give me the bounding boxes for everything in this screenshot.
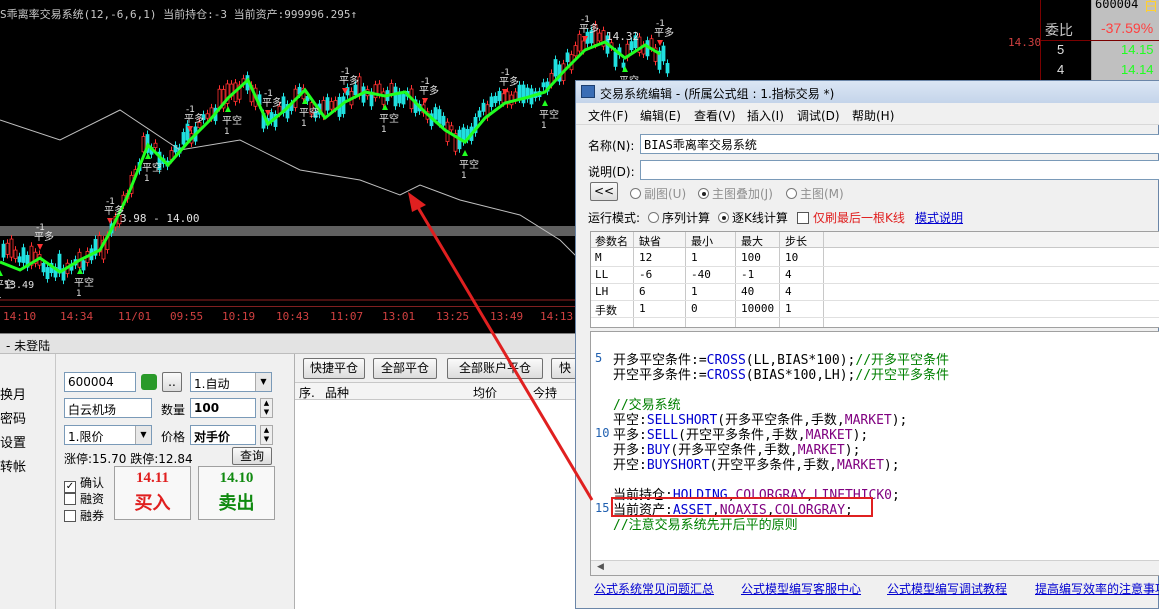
- arrow-head: [408, 192, 426, 212]
- annotation-arrow: [408, 192, 594, 501]
- arrow-shaft: [414, 203, 594, 501]
